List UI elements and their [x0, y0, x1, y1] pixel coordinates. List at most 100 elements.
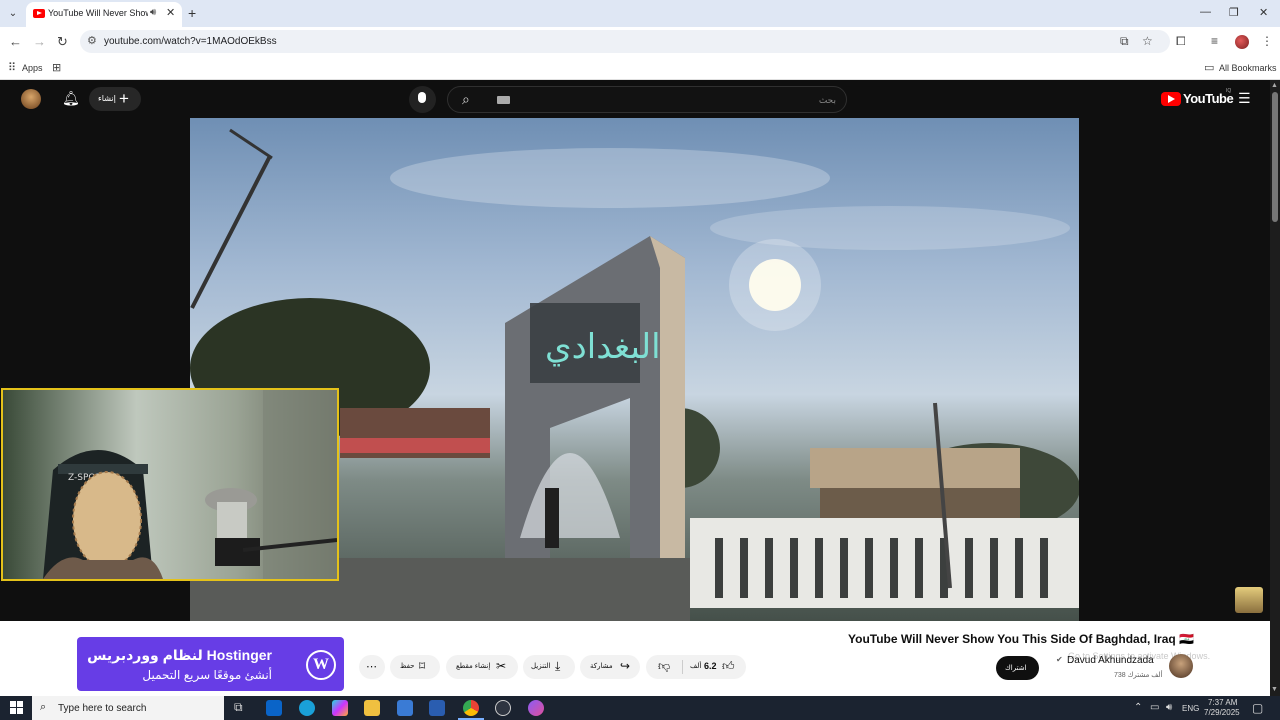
share-button[interactable]: مشاركة ↪ — [580, 655, 640, 679]
language-indicator[interactable]: ENG — [1182, 704, 1199, 713]
notifications-icon[interactable]: ▢ — [1252, 701, 1263, 715]
corner-thumbnail[interactable] — [1235, 587, 1263, 613]
like-dislike-group: 👎︎ ألف 6.2 👍︎ — [646, 655, 746, 679]
restore-icon[interactable]: ❐ — [1229, 6, 1239, 19]
region-code: IQ — [1226, 88, 1232, 94]
webcam-scene: Z-SPORT — [43, 390, 337, 579]
folder-icon: ▭ — [1204, 62, 1215, 74]
scissors-icon: ✂ — [496, 659, 507, 673]
microphone-icon — [418, 92, 426, 103]
save-label: حفظ — [400, 663, 415, 670]
verified-check-icon: ✔ — [1056, 655, 1063, 664]
account-avatar[interactable] — [21, 89, 41, 109]
youtube-logo-icon[interactable] — [1161, 92, 1181, 106]
svg-text:البغدادي: البغدادي — [545, 327, 661, 367]
youtube-header: 🔔︎ إنشاء + ⌕ بحث YouTube IQ ☰ — [0, 80, 1270, 118]
voice-search-button[interactable] — [409, 86, 436, 113]
share-label: مشاركة — [590, 663, 613, 670]
video-info-panel: Go to Settings to activate Windows. YouT… — [0, 621, 1270, 696]
task-view-icon[interactable]: ⧉ — [234, 700, 243, 715]
scroll-up-icon[interactable]: ▲ — [1271, 82, 1278, 89]
defender-icon[interactable] — [429, 700, 445, 716]
notifications-bell-icon[interactable]: 🔔︎ — [62, 90, 80, 107]
bookmark-star-icon[interactable]: ☆ — [1142, 34, 1153, 48]
webcam-overlay: Z-SPORT — [1, 388, 339, 581]
close-window-icon[interactable]: ✕ — [1259, 6, 1268, 19]
ad-headline: لنظام ووردبريس Hostinger — [87, 647, 272, 663]
scroll-down-icon[interactable]: ▼ — [1271, 686, 1278, 693]
network-icon[interactable]: ▭ — [1150, 702, 1159, 713]
more-icon: ⋯ — [366, 661, 377, 673]
download-icon: ⤓ — [555, 659, 561, 673]
close-tab-icon[interactable]: ✕ — [166, 6, 175, 19]
media-control-icon[interactable]: ≡ — [1211, 34, 1218, 48]
subscribe-label: اشتراك — [1005, 665, 1027, 672]
dislike-icon[interactable]: 👎︎ — [658, 659, 670, 674]
subscribe-button[interactable]: اشتراك — [996, 656, 1039, 680]
clip-button[interactable]: إنشاء مقطع ✂ — [446, 655, 518, 679]
search-icon[interactable]: ⌕ — [462, 91, 470, 108]
chrome-taskbar-icon[interactable] — [463, 700, 479, 716]
download-button[interactable]: التنزيل ⤓ — [523, 655, 575, 679]
apps-grid-icon[interactable]: ⠿ — [8, 61, 16, 74]
tab-title: YouTube Will Never Show Y — [48, 8, 148, 18]
file-explorer-icon[interactable] — [364, 700, 380, 716]
create-button[interactable]: إنشاء + — [89, 87, 141, 111]
extensions-icon[interactable]: ⧠ — [1176, 34, 1186, 49]
app-icon[interactable] — [528, 700, 544, 716]
search-placeholder: بحث — [818, 95, 836, 105]
plus-icon: + — [119, 89, 129, 108]
profile-avatar[interactable] — [1235, 35, 1249, 49]
back-icon[interactable]: ← — [9, 34, 22, 49]
share-icon: ↪ — [620, 659, 631, 673]
reload-icon[interactable]: ↻ — [57, 34, 68, 50]
bookmark-icon: ⌑ — [419, 659, 426, 673]
chrome-menu-icon[interactable]: ⋮ — [1261, 34, 1273, 48]
volume-icon[interactable]: 🔊︎ — [1166, 702, 1172, 713]
tray-chevron-icon[interactable]: ⌃ — [1134, 702, 1142, 713]
tab-search-icon[interactable]: ⌄ — [4, 5, 22, 23]
new-tab-icon[interactable]: + — [188, 5, 196, 21]
all-bookmarks-link[interactable]: All Bookmarks — [1219, 63, 1277, 73]
hamburger-menu-icon[interactable]: ☰ — [1238, 90, 1251, 107]
browser-tab-strip: ⌄ YouTube Will Never Show Y 🔊︎ ✕ + — ❐ ✕ — [0, 0, 1280, 27]
outlook-icon[interactable] — [266, 700, 282, 716]
bookmark-apps[interactable]: Apps — [22, 63, 43, 73]
more-actions-button[interactable]: ⋯ — [359, 655, 385, 679]
store-icon[interactable] — [397, 700, 413, 716]
browser-toolbar: ← → ↻ ⚙ youtube.com/watch?v=1MAOdOEkBss … — [0, 27, 1280, 56]
scrollbar-thumb[interactable] — [1272, 92, 1278, 222]
browser-tab-active[interactable]: YouTube Will Never Show Y 🔊︎ ✕ — [26, 2, 182, 27]
wordpress-logo-icon: W — [306, 650, 336, 680]
like-count[interactable]: 6.2 — [704, 661, 717, 671]
speaker-icon[interactable]: 🔊︎ — [150, 7, 156, 18]
hostinger-ad-banner[interactable]: لنظام ووردبريس Hostinger أنشئ موقعًا سري… — [77, 637, 344, 691]
tab-groups-icon[interactable]: ⊞ — [52, 61, 61, 74]
site-info-icon[interactable]: ⚙ — [87, 34, 97, 47]
minimize-icon[interactable]: — — [1200, 6, 1211, 18]
copilot-icon[interactable] — [332, 700, 348, 716]
windows-start-icon[interactable] — [10, 701, 23, 714]
subscriber-count: 738 ألف مشترك — [1114, 672, 1163, 679]
download-label: التنزيل — [531, 663, 551, 670]
forward-icon[interactable]: → — [33, 34, 46, 49]
clock-date[interactable]: 7/29/2025 — [1204, 708, 1240, 717]
channel-avatar[interactable] — [1169, 654, 1193, 678]
like-icon[interactable]: 👍︎ — [722, 659, 735, 674]
clock-time[interactable]: 7:37 AM — [1208, 698, 1237, 707]
search-icon: ⌕ — [40, 701, 47, 713]
address-bar[interactable]: ⚙ youtube.com/watch?v=1MAOdOEkBss ⧉ ☆ — [80, 30, 1170, 53]
channel-name[interactable]: Davud Akhundzada — [1067, 655, 1154, 666]
like-divider — [682, 660, 683, 674]
taskbar-search-box[interactable]: ⌕ Type here to search — [32, 696, 224, 720]
keyboard-icon[interactable] — [497, 96, 510, 104]
search-box[interactable]: ⌕ بحث — [447, 86, 847, 113]
cast-icon[interactable]: ⧉ — [1120, 34, 1129, 49]
ad-subline: أنشئ موقعًا سريع التحميل — [142, 668, 272, 682]
create-label: إنشاء — [98, 94, 116, 103]
snipping-tool-icon[interactable] — [495, 700, 511, 716]
youtube-favicon-icon — [33, 9, 45, 18]
windows-taskbar: ⌕ Type here to search ⧉ ⌃ ▭ 🔊︎ ENG 7:37 … — [0, 696, 1280, 720]
edge-icon[interactable] — [299, 700, 315, 716]
save-button[interactable]: حفظ ⌑ — [390, 655, 440, 679]
